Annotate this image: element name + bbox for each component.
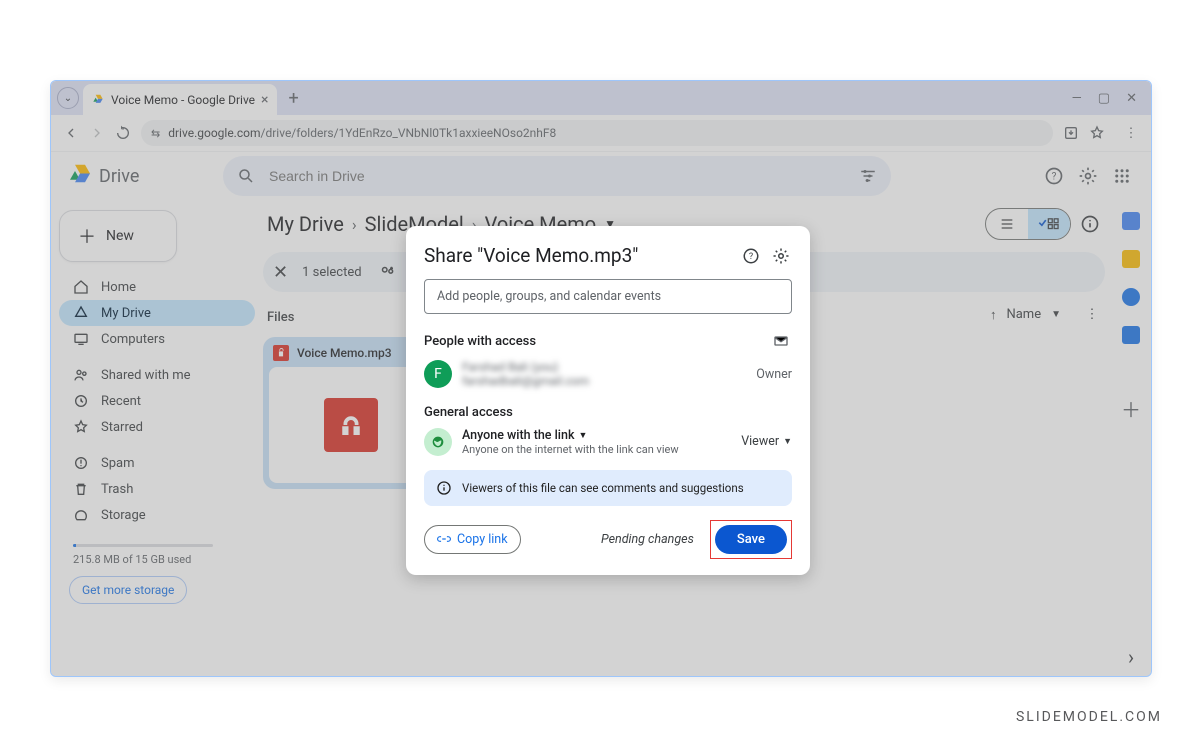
save-button[interactable]: Save (715, 525, 787, 554)
general-access-label: General access (424, 405, 792, 420)
scope-subtitle: Anyone on the internet with the link can… (462, 443, 679, 456)
access-row: Anyone with the link ▼ Anyone on the int… (424, 428, 792, 456)
banner-text: Viewers of this file can see comments an… (462, 481, 744, 495)
role-dropdown[interactable]: Viewer ▼ (741, 434, 792, 449)
owner-role: Owner (756, 367, 792, 382)
owner-row: F Farshad Bali (you)farshadbali@gmail.co… (424, 360, 792, 389)
share-dialog: Share "Voice Memo.mp3" ? Add people, gro… (406, 226, 810, 575)
owner-name-blurred: Farshad Bali (you)farshadbali@gmail.com (462, 360, 589, 389)
copy-link-button[interactable]: Copy link (424, 525, 521, 554)
dialog-title: Share "Voice Memo.mp3" (424, 244, 638, 267)
copy-link-label: Copy link (457, 532, 508, 547)
info-banner: Viewers of this file can see comments an… (424, 470, 792, 506)
dialog-header: Share "Voice Memo.mp3" ? (424, 244, 792, 267)
dialog-footer: Copy link Pending changes Save (424, 520, 792, 559)
notify-email-icon[interactable] (770, 330, 792, 352)
chevron-down-icon: ▼ (783, 436, 792, 447)
owner-avatar: F (424, 360, 452, 388)
add-people-input[interactable]: Add people, groups, and calendar events (424, 279, 792, 314)
scope-title: Anyone with the link (462, 428, 574, 443)
link-icon (437, 532, 451, 546)
watermark: SLIDEMODEL.COM (1016, 709, 1162, 725)
people-section-text: People with access (424, 334, 536, 349)
role-label: Viewer (741, 434, 779, 449)
browser-window: ⌄ Voice Memo - Google Drive × + — ▢ ✕ ⇆ … (50, 80, 1152, 677)
dialog-help-icon[interactable]: ? (740, 245, 762, 267)
globe-icon (424, 428, 452, 456)
pending-text: Pending changes (601, 532, 694, 547)
people-section-label: People with access (424, 330, 792, 352)
info-icon (436, 480, 452, 496)
save-highlight-box: Save (710, 520, 792, 559)
dialog-settings-icon[interactable] (770, 245, 792, 267)
svg-text:?: ? (749, 252, 753, 262)
access-scope[interactable]: Anyone with the link ▼ Anyone on the int… (462, 428, 679, 456)
chevron-down-icon: ▼ (578, 430, 587, 441)
